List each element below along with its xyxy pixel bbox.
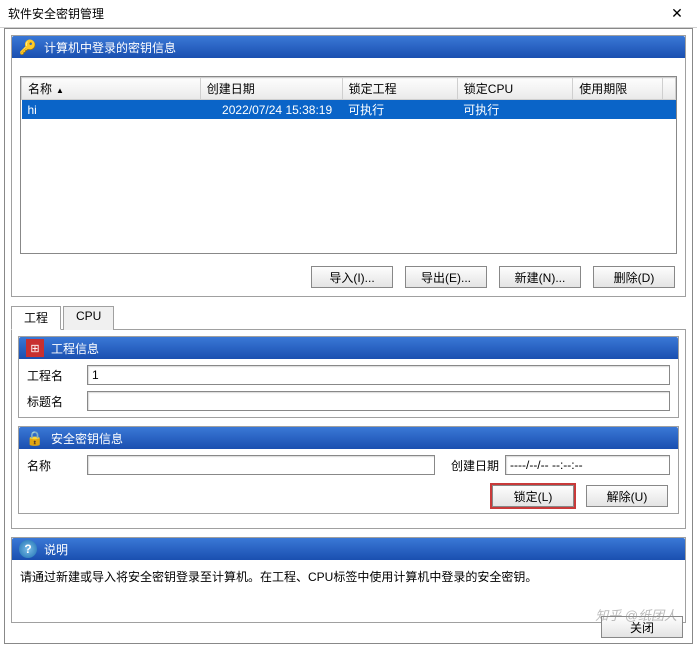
- security-info-section: 安全密钥信息 名称 创建日期 锁定(L) 解除(U): [18, 426, 679, 514]
- key-list-section: 计算机中登录的密钥信息 名称▲ 创建日期 锁定工程 锁定CPU 使用期限: [11, 35, 686, 297]
- unlock-button[interactable]: 解除(U): [586, 485, 668, 507]
- project-info-title: 工程信息: [49, 340, 99, 357]
- tab-strip: 工程 CPU: [11, 305, 686, 330]
- key-table: 名称▲ 创建日期 锁定工程 锁定CPU 使用期限 hi 2022/07/24 1…: [21, 77, 676, 119]
- question-icon: ?: [14, 538, 42, 560]
- project-name-label: 工程名: [27, 367, 81, 384]
- col-name[interactable]: 名称▲: [22, 78, 201, 100]
- col-lock-cpu[interactable]: 锁定CPU: [457, 78, 573, 100]
- project-name-field: [87, 365, 670, 385]
- window-body: 计算机中登录的密钥信息 名称▲ 创建日期 锁定工程 锁定CPU 使用期限: [4, 28, 693, 644]
- help-section: ? 说明 请通过新建或导入将安全密钥登录至计算机。在工程、CPU标签中使用计算机…: [11, 537, 686, 623]
- col-created[interactable]: 创建日期: [200, 78, 342, 100]
- project-icon: ⊞: [21, 337, 49, 359]
- key-list-title: 计算机中登录的密钥信息: [42, 39, 176, 56]
- cell-lock-proj: 可执行: [342, 100, 457, 120]
- col-spacer: [662, 78, 675, 100]
- help-title: 说明: [42, 541, 68, 558]
- project-info-header: ⊞ 工程信息: [19, 337, 678, 359]
- key-list-buttons: 导入(I)... 导出(E)... 新建(N)... 删除(D): [12, 262, 685, 296]
- close-icon[interactable]: ✕: [657, 0, 697, 27]
- col-lock-proj[interactable]: 锁定工程: [342, 78, 457, 100]
- project-info-section: ⊞ 工程信息 工程名 标题名: [18, 336, 679, 418]
- table-row[interactable]: hi 2022/07/24 15:38:19 可执行 可执行: [22, 100, 676, 120]
- col-period[interactable]: 使用期限: [573, 78, 663, 100]
- cell-period: [573, 100, 663, 120]
- sec-created-label: 创建日期: [451, 457, 499, 474]
- tab-project[interactable]: 工程: [11, 306, 61, 330]
- project-title-label: 标题名: [27, 393, 81, 410]
- cell-created: 2022/07/24 15:38:19: [200, 100, 342, 120]
- title-bar: 软件安全密钥管理 ✕: [0, 0, 697, 28]
- key-icon: [14, 36, 42, 58]
- lock-icon: [21, 427, 49, 449]
- cell-name: hi: [22, 100, 201, 120]
- close-button[interactable]: 关闭: [601, 616, 683, 638]
- help-text: 请通过新建或导入将安全密钥登录至计算机。在工程、CPU标签中使用计算机中登录的安…: [12, 560, 685, 593]
- tab-cpu[interactable]: CPU: [63, 306, 114, 330]
- help-header: ? 说明: [12, 538, 685, 560]
- security-info-header: 安全密钥信息: [19, 427, 678, 449]
- delete-button[interactable]: 删除(D): [593, 266, 675, 288]
- security-info-title: 安全密钥信息: [49, 430, 123, 447]
- key-list-header: 计算机中登录的密钥信息: [12, 36, 685, 58]
- tab-body: ⊞ 工程信息 工程名 标题名 安全密钥信息 名称 创建日期: [11, 330, 686, 529]
- sec-created-field: [505, 455, 670, 475]
- lock-button[interactable]: 锁定(L): [492, 485, 574, 507]
- import-button[interactable]: 导入(I)...: [311, 266, 393, 288]
- cell-lock-cpu: 可执行: [457, 100, 573, 120]
- window-title: 软件安全密钥管理: [8, 5, 104, 22]
- sort-asc-icon: ▲: [56, 86, 64, 95]
- sec-name-label: 名称: [27, 457, 81, 474]
- key-table-container: 名称▲ 创建日期 锁定工程 锁定CPU 使用期限 hi 2022/07/24 1…: [20, 76, 677, 254]
- sec-name-field: [87, 455, 435, 475]
- project-title-field: [87, 391, 670, 411]
- export-button[interactable]: 导出(E)...: [405, 266, 487, 288]
- new-button[interactable]: 新建(N)...: [499, 266, 581, 288]
